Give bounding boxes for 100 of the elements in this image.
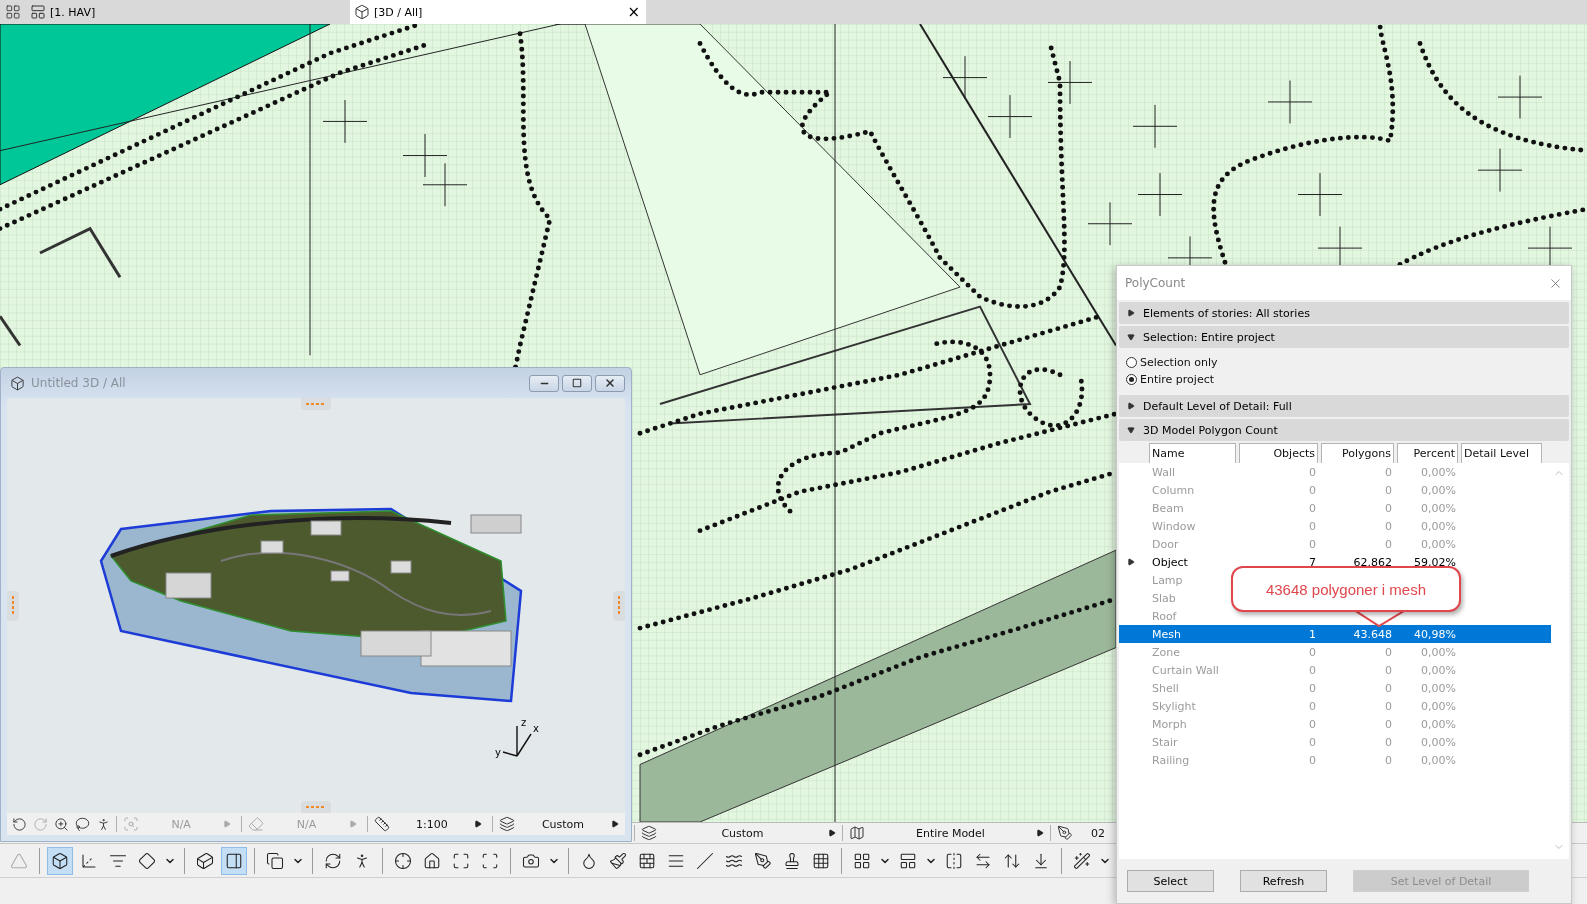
table-cell-text: Railing — [1151, 753, 1191, 767]
dialog-button[interactable]: Refresh — [1240, 870, 1327, 892]
maximize-button[interactable] — [562, 374, 592, 392]
table-cell-text: Wall — [1151, 465, 1177, 479]
table-cell-text: Zone — [1151, 645, 1181, 659]
column-header[interactable]: Detail Level — [1461, 443, 1542, 463]
table-cell-text: 0 — [1308, 483, 1317, 497]
table-cell-text: 0 — [1308, 663, 1317, 677]
table-cell-text: 0,00% — [1420, 681, 1457, 695]
zoom-fit-icon — [123, 816, 139, 832]
table-cell-text: 0,00% — [1420, 735, 1457, 749]
cross-mark — [942, 55, 988, 100]
radio-button[interactable] — [1126, 356, 1137, 368]
table-row[interactable]: Mesh 1 43.648 40,98% — [1119, 625, 1551, 643]
section-header[interactable]: Default Level of Detail: Full — [1119, 395, 1569, 417]
cross-mark — [322, 99, 368, 144]
table-cell-text: 0,00% — [1420, 501, 1457, 515]
edge-handle[interactable] — [301, 398, 331, 410]
column-header[interactable]: Polygons — [1321, 443, 1394, 463]
cross-mark — [402, 133, 448, 178]
caret-right-icon — [348, 820, 357, 828]
wall-line — [0, 315, 22, 347]
status-selector[interactable]: Entire Model — [842, 825, 1050, 841]
ruler-icon — [373, 816, 390, 832]
table-cell-text: 0 — [1308, 501, 1317, 515]
axis-label: z — [521, 718, 527, 728]
dialog-button[interactable]: Select — [1127, 870, 1214, 892]
status-selector[interactable]: Custom — [492, 816, 625, 832]
view-tab[interactable]: [1. HAV] — [26, 0, 102, 24]
table-cell-text: 0 — [1384, 735, 1393, 749]
cross-mark — [1132, 104, 1178, 149]
layers-icon — [499, 816, 516, 832]
eraser-icon — [248, 816, 265, 832]
table-cell-text: 1 — [1308, 627, 1317, 641]
table-cell-text: Stair — [1151, 735, 1179, 749]
table-cell-text: 0 — [1308, 717, 1317, 731]
lasso-icon[interactable] — [74, 815, 91, 833]
table-cell-text: 0 — [1384, 699, 1393, 713]
view-tab[interactable]: [3D / All] × — [350, 0, 646, 24]
caret-right-icon — [223, 820, 232, 828]
table-cell-text: Curtain Wall — [1151, 663, 1220, 677]
table-cell-text: 0,00% — [1420, 537, 1457, 551]
table-cell-text: Column — [1151, 483, 1196, 497]
close-icon — [604, 377, 616, 389]
cross-mark — [1087, 201, 1133, 246]
table-cell-text: 0,00% — [1420, 645, 1457, 659]
radio-label[interactable]: Selection only — [1140, 355, 1218, 369]
table-cell-text: 0,00% — [1420, 717, 1457, 731]
expand-button[interactable] — [1127, 558, 1135, 566]
table-cell-text: 0 — [1308, 681, 1317, 695]
caret-right-icon — [1036, 829, 1044, 837]
table-cell-text: Morph — [1151, 717, 1188, 731]
table-cell-text: 0 — [1384, 519, 1393, 533]
table-cell-text: 0 — [1384, 501, 1393, 515]
edge-handle[interactable] — [7, 590, 19, 621]
caret-right-icon — [1127, 558, 1135, 566]
radio-button[interactable] — [1126, 373, 1137, 385]
section-header[interactable]: Selection: Entire project — [1119, 326, 1569, 348]
table-cell-text: 0 — [1384, 645, 1393, 659]
cross-mark — [1267, 80, 1313, 124]
status-selector[interactable]: Custom — [634, 825, 842, 841]
column-header[interactable]: Name — [1149, 443, 1236, 463]
caret-right-icon — [474, 820, 483, 828]
table-cell-text: 0,00% — [1420, 483, 1457, 497]
caret-right-icon — [1127, 426, 1135, 434]
status-selector[interactable]: 1:100 — [366, 816, 489, 832]
caret-right-icon — [828, 829, 836, 837]
panel-icon[interactable] — [221, 846, 247, 875]
undo-view-icon[interactable] — [11, 815, 28, 833]
table-cell-text: 0 — [1384, 537, 1393, 551]
caret-right-icon — [611, 820, 619, 828]
table-cell-text: Window — [1151, 519, 1197, 533]
table-cell-text: 0 — [1384, 483, 1393, 497]
table-cell-text: 0 — [1308, 699, 1317, 713]
table-cell-text: Beam — [1151, 501, 1185, 515]
section-header[interactable]: Elements of stories: All stories — [1119, 302, 1569, 324]
axis-label: y — [495, 747, 501, 758]
table-cell-text: 0 — [1384, 663, 1393, 677]
table-cell-text: Mesh — [1151, 627, 1182, 641]
column-header[interactable]: Percent — [1397, 443, 1458, 463]
table-cell-text: 0 — [1384, 681, 1393, 695]
zoom-in-icon[interactable] — [53, 815, 70, 833]
cross-mark — [422, 162, 468, 207]
cube-icon[interactable] — [47, 846, 73, 875]
radio-label[interactable]: Entire project — [1140, 372, 1214, 386]
table-cell-text: 0,00% — [1420, 519, 1457, 533]
cross-mark — [1047, 60, 1093, 105]
table-cell-text: Roof — [1151, 609, 1178, 623]
axis-label: x — [533, 723, 539, 734]
table-cell-text: 62.862 — [1352, 555, 1393, 569]
section-header[interactable]: 3D Model Polygon Count — [1119, 419, 1569, 441]
edge-handle[interactable] — [613, 590, 625, 621]
layers-icon — [641, 825, 657, 841]
column-header[interactable]: Objects — [1239, 443, 1318, 463]
pen-icon — [1057, 825, 1073, 841]
table-cell-text: 0,00% — [1420, 753, 1457, 767]
table-cell-text: 59,02% — [1413, 555, 1457, 569]
table-cell-text: Door — [1151, 537, 1180, 551]
edge-handle[interactable] — [301, 801, 331, 813]
close-button[interactable] — [595, 374, 625, 392]
